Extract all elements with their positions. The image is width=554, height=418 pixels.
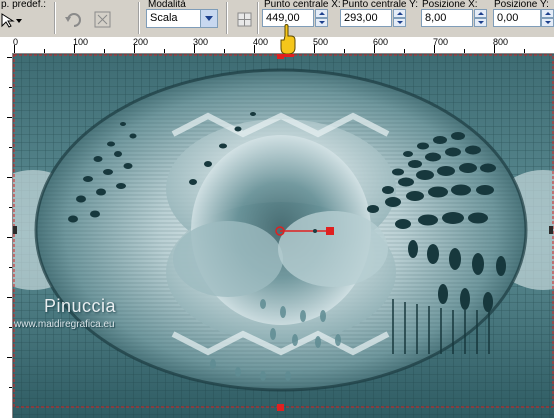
pos-x-field[interactable]: 8,00 <box>421 9 473 27</box>
mode-value: Scala <box>150 12 178 24</box>
ruler-label: 500 <box>313 37 329 47</box>
center-x-spinner[interactable] <box>315 9 328 27</box>
vertical-ruler <box>0 53 13 418</box>
ruler-label: 0 <box>13 37 19 47</box>
separator <box>138 2 140 34</box>
separator <box>257 2 259 34</box>
pos-y-spinner[interactable] <box>541 9 554 27</box>
ruler-label: 400 <box>253 37 269 47</box>
reset-icon[interactable] <box>93 10 113 30</box>
pos-y-field[interactable]: 0,00 <box>493 9 541 27</box>
watermark-name: Pinuccia <box>44 296 117 316</box>
chevron-down-icon[interactable] <box>200 10 217 27</box>
hand-pointer-icon <box>280 24 296 57</box>
ruler-label: 600 <box>373 37 389 47</box>
ruler-label: 300 <box>193 37 209 47</box>
horizontal-ruler: 0 100 200 300 400 500 600 700 800 <box>0 37 554 54</box>
center-y-spinner[interactable] <box>393 9 406 27</box>
ruler-label: 200 <box>133 37 149 47</box>
undo-icon[interactable] <box>64 11 84 29</box>
pos-x-spinner[interactable] <box>474 9 487 27</box>
preset-icon[interactable] <box>0 12 24 28</box>
preset-label: p. predef.: <box>1 0 47 10</box>
canvas-artwork[interactable] <box>13 54 554 418</box>
separator <box>226 2 228 34</box>
toolbar: p. predef.: Modalità Scala Punto central… <box>0 0 554 38</box>
center-y-field[interactable]: 293,00 <box>340 9 392 27</box>
ruler-label: 800 <box>493 37 509 47</box>
ruler-label: 700 <box>433 37 449 47</box>
watermark-site: www.maidiregrafica.eu <box>14 319 115 330</box>
separator <box>54 2 56 34</box>
mode-select[interactable]: Scala <box>146 9 218 28</box>
grid-icon[interactable] <box>236 11 254 29</box>
ruler-label: 100 <box>73 37 89 47</box>
